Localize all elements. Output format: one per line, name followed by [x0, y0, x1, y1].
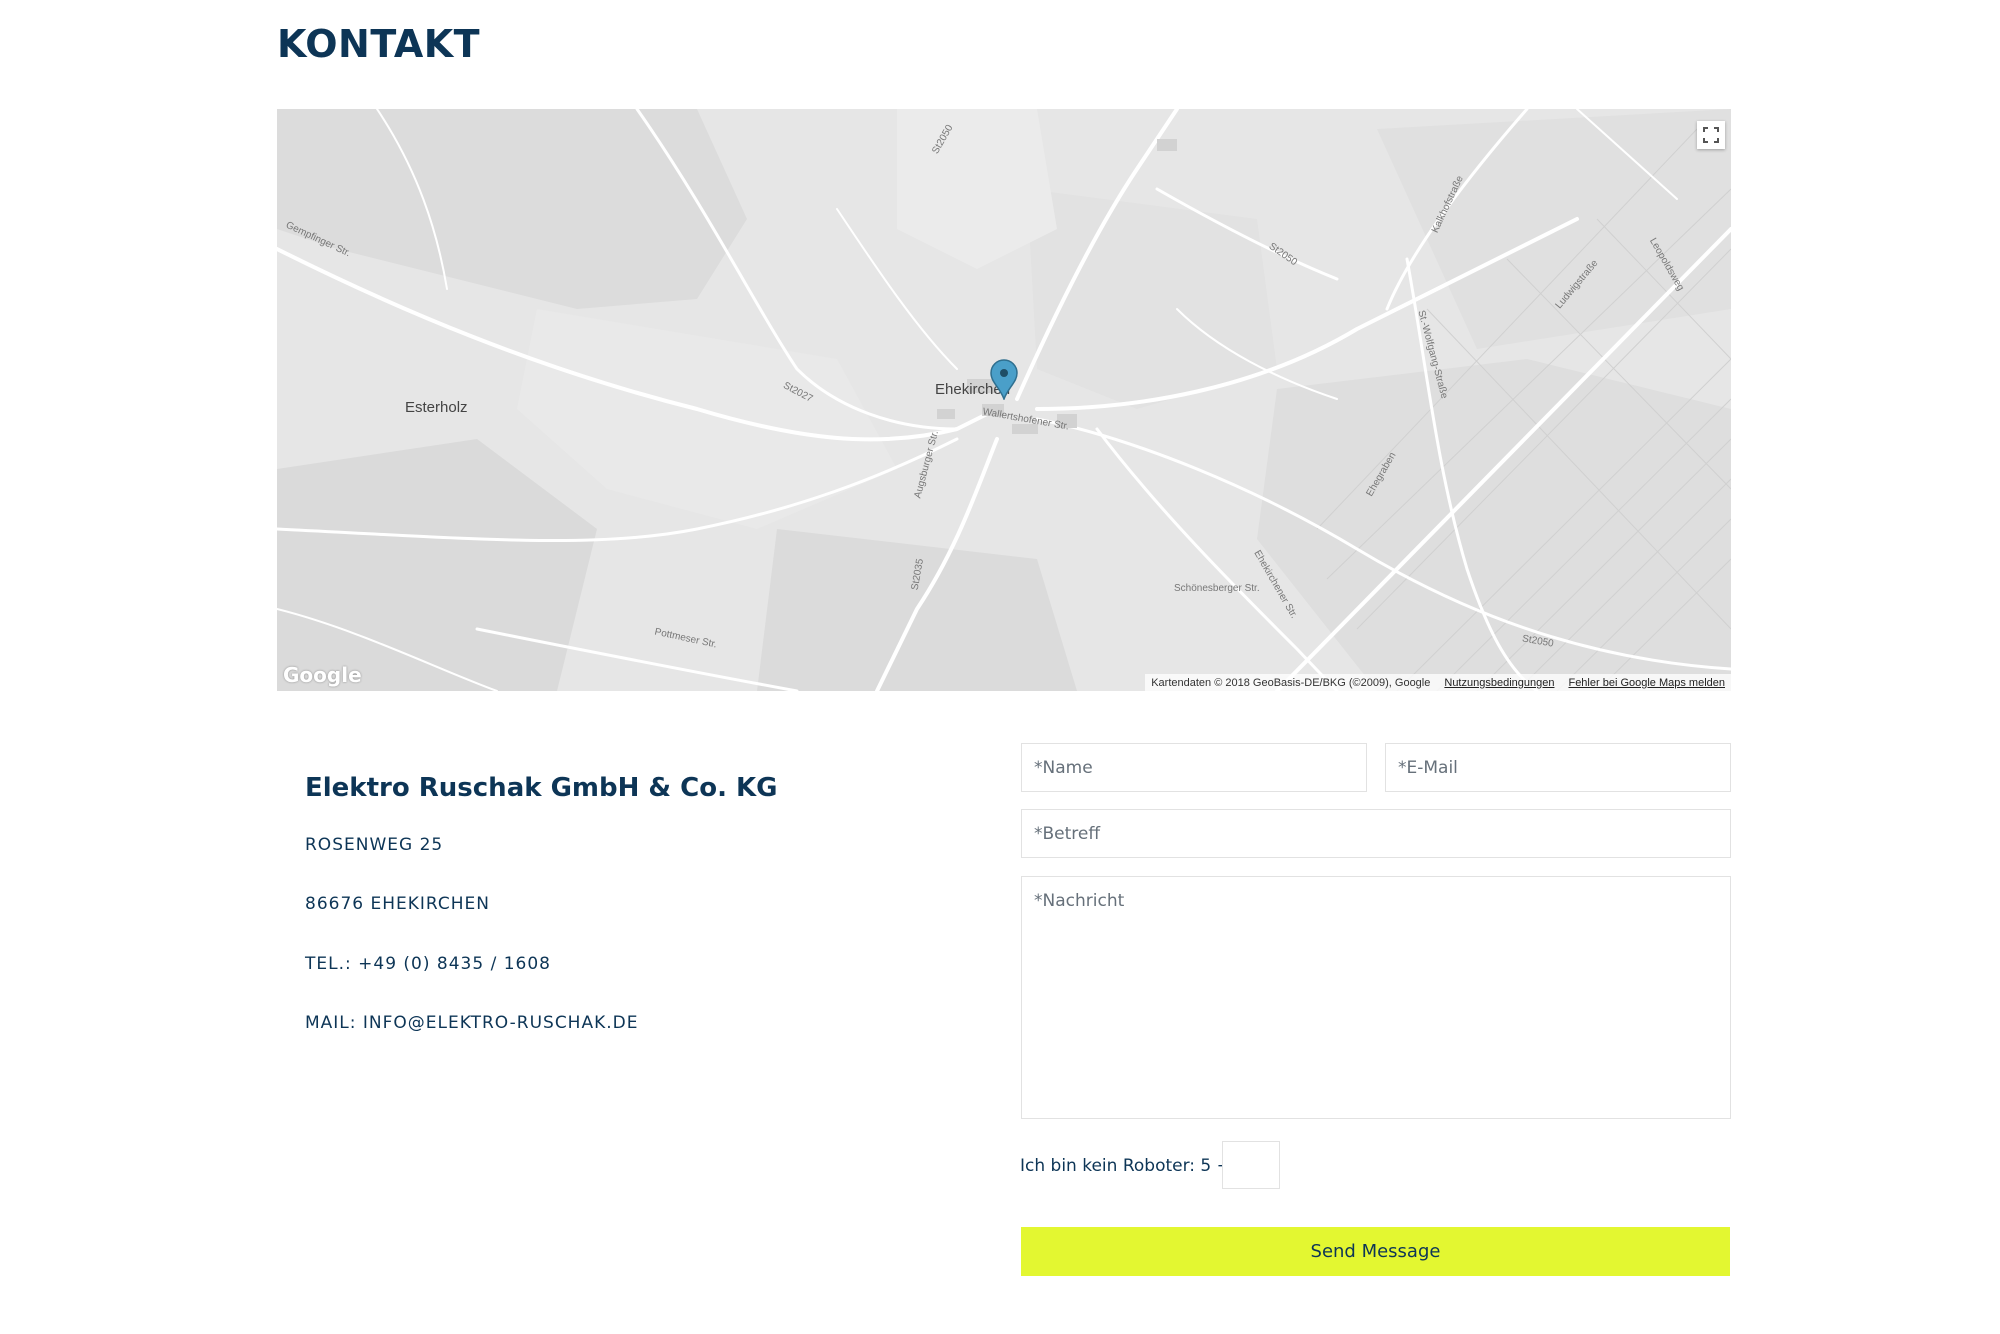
map-label-schoenesberger: Schönesberger Str. — [1174, 583, 1260, 594]
name-input[interactable] — [1021, 743, 1367, 792]
map-marker-icon[interactable] — [988, 358, 1020, 400]
map-background — [277, 109, 1731, 691]
subject-input[interactable] — [1021, 809, 1731, 858]
report-error-link[interactable]: Fehler bei Google Maps melden — [1568, 677, 1725, 689]
address-street: ROSENWEG 25 — [305, 835, 444, 855]
fullscreen-button[interactable] — [1697, 121, 1725, 149]
google-logo: Google — [283, 663, 362, 687]
email-address: MAIL: INFO@ELEKTRO-RUSCHAK.DE — [305, 1013, 639, 1033]
address-city: 86676 EHEKIRCHEN — [305, 894, 490, 914]
send-message-button[interactable]: Send Message — [1021, 1227, 1730, 1276]
captcha-input[interactable] — [1222, 1141, 1280, 1189]
message-textarea[interactable] — [1021, 876, 1731, 1119]
phone-number: TEL.: +49 (0) 8435 / 1608 — [305, 954, 551, 974]
map[interactable]: Esterholz Ehekirchen St2027 St2050 St205… — [277, 109, 1731, 691]
map-attribution: Kartendaten © 2018 GeoBasis-DE/BKG (©200… — [1151, 676, 1431, 689]
map-attribution-bar: Kartendaten © 2018 GeoBasis-DE/BKG (©200… — [1145, 674, 1731, 691]
company-name: Elektro Ruschak GmbH & Co. KG — [305, 773, 778, 803]
page-title: KONTAKT — [277, 22, 481, 66]
map-label-esterholz: Esterholz — [405, 399, 468, 416]
fullscreen-icon — [1703, 127, 1719, 143]
email-input[interactable] — [1385, 743, 1731, 792]
terms-link[interactable]: Nutzungsbedingungen — [1444, 677, 1554, 689]
